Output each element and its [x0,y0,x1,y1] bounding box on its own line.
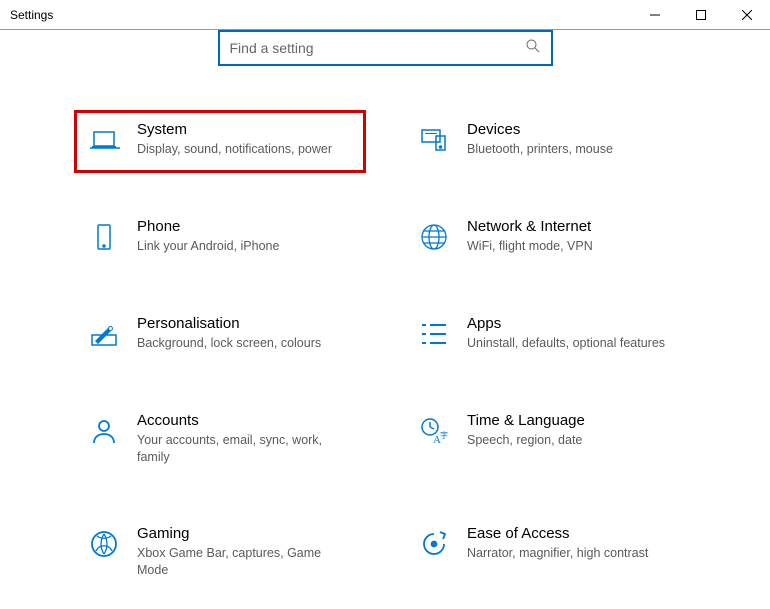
settings-grid: System Display, sound, notifications, po… [75,111,695,593]
tile-subtitle: Your accounts, email, sync, work, family [137,432,353,466]
tile-system[interactable]: System Display, sound, notifications, po… [75,111,365,172]
tile-title: Accounts [137,412,353,429]
tile-title: Network & Internet [467,218,683,235]
window-controls [632,0,770,30]
ease-of-access-icon [417,527,451,561]
titlebar: Settings [0,0,770,30]
tile-subtitle: Narrator, magnifier, high contrast [467,545,683,562]
tile-subtitle: Bluetooth, printers, mouse [467,141,683,158]
phone-icon [87,220,121,254]
window-title: Settings [0,8,632,22]
tile-ease-of-access[interactable]: Ease of Access Narrator, magnifier, high… [405,515,695,593]
tile-title: Apps [467,315,683,332]
tile-time-language[interactable]: A字 Time & Language Speech, region, date [405,402,695,480]
tile-title: Gaming [137,525,353,542]
search-input[interactable] [230,40,525,56]
tile-title: Personalisation [137,315,353,332]
tile-devices[interactable]: Devices Bluetooth, printers, mouse [405,111,695,172]
search-icon [525,38,541,59]
apps-icon [417,317,451,351]
person-icon [87,414,121,448]
tile-network[interactable]: Network & Internet WiFi, flight mode, VP… [405,208,695,269]
minimize-button[interactable] [632,0,678,30]
pen-icon [87,317,121,351]
tile-personalisation[interactable]: Personalisation Background, lock screen,… [75,305,365,366]
tile-title: Ease of Access [467,525,683,542]
tile-gaming[interactable]: Gaming Xbox Game Bar, captures, Game Mod… [75,515,365,593]
tile-accounts[interactable]: Accounts Your accounts, email, sync, wor… [75,402,365,480]
tile-title: Time & Language [467,412,683,429]
tile-phone[interactable]: Phone Link your Android, iPhone [75,208,365,269]
time-language-icon: A字 [417,414,451,448]
search-box[interactable] [218,30,553,66]
tile-subtitle: Speech, region, date [467,432,683,449]
tile-subtitle: Uninstall, defaults, optional features [467,335,683,352]
laptop-icon [87,123,121,157]
tile-subtitle: WiFi, flight mode, VPN [467,238,683,255]
tile-apps[interactable]: Apps Uninstall, defaults, optional featu… [405,305,695,366]
maximize-button[interactable] [678,0,724,30]
tile-subtitle: Display, sound, notifications, power [137,141,353,158]
close-button[interactable] [724,0,770,30]
xbox-icon [87,527,121,561]
globe-icon [417,220,451,254]
devices-icon [417,123,451,157]
tile-subtitle: Xbox Game Bar, captures, Game Mode [137,545,353,579]
tile-title: Phone [137,218,353,235]
tile-subtitle: Link your Android, iPhone [137,238,353,255]
tile-title: System [137,121,353,138]
svg-text:字: 字 [440,430,448,440]
tile-title: Devices [467,121,683,138]
tile-subtitle: Background, lock screen, colours [137,335,353,352]
